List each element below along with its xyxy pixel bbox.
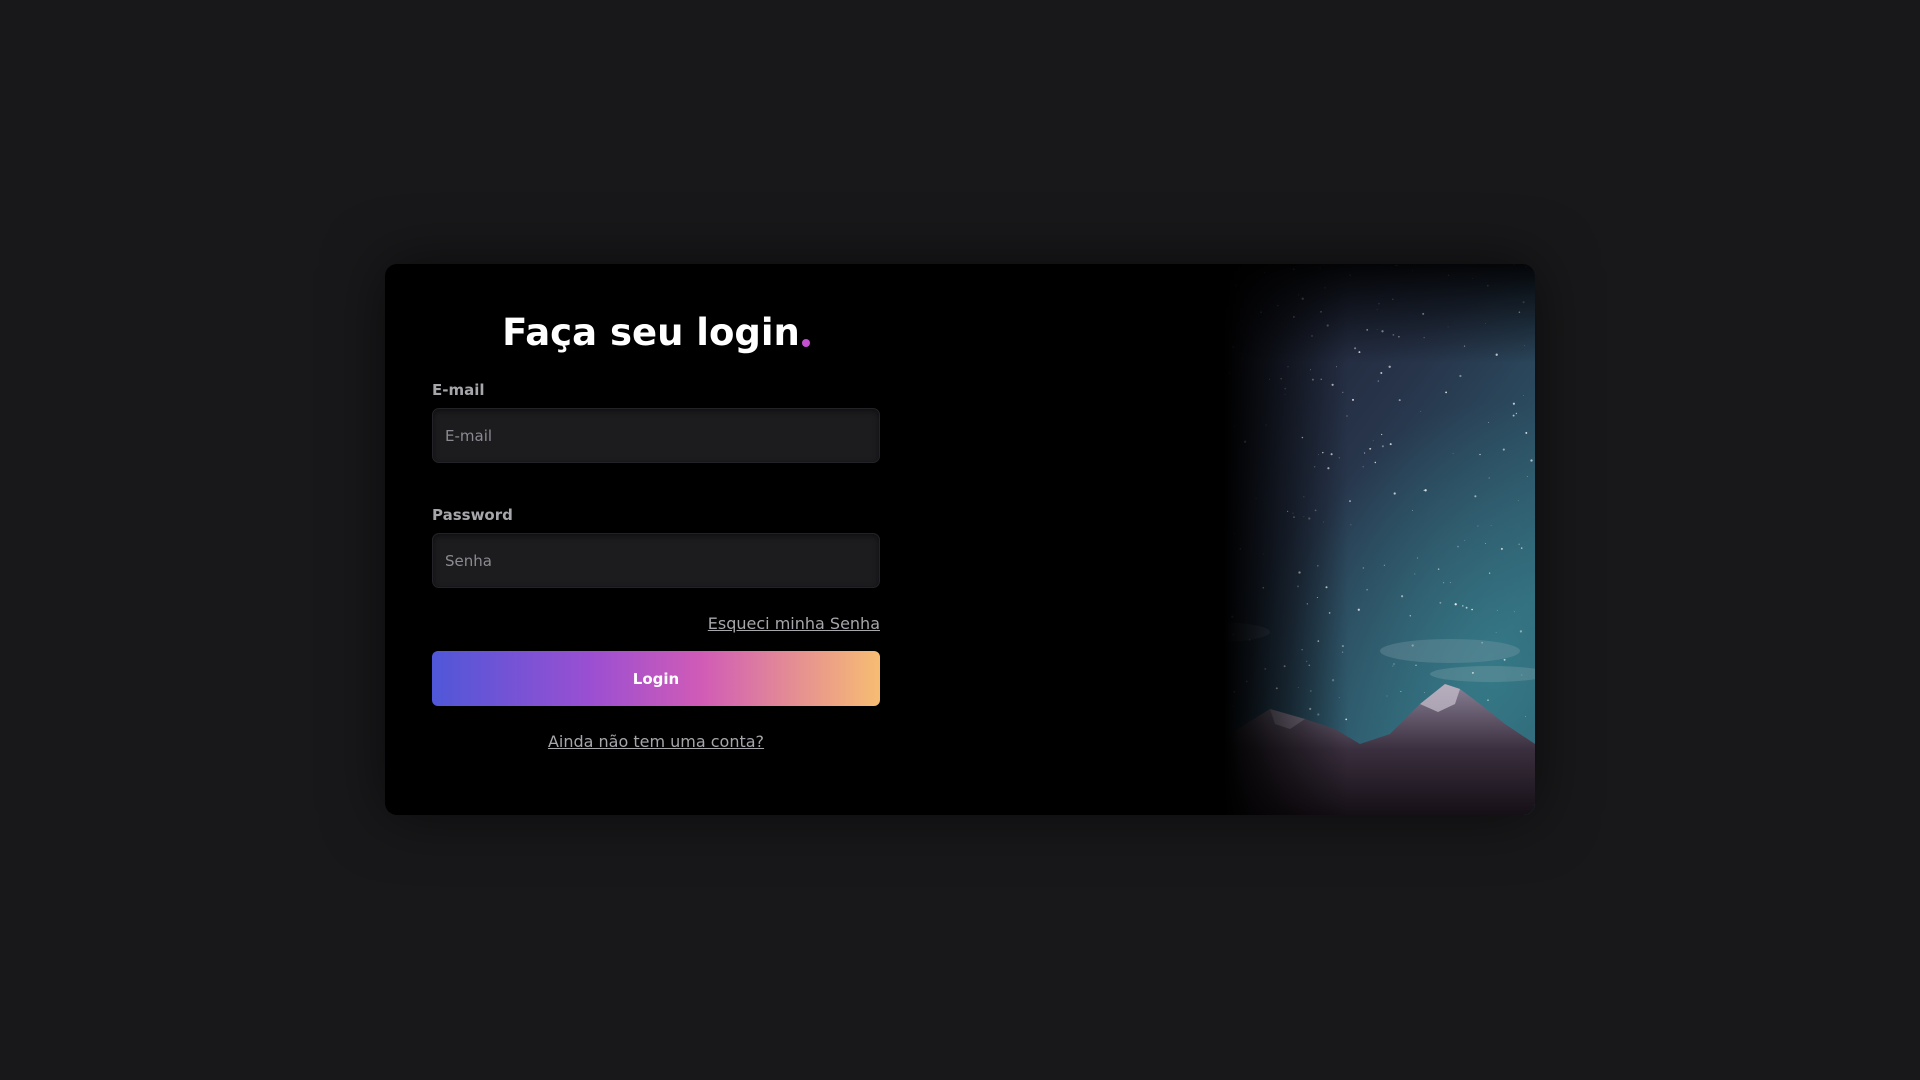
page-title: Faça seu login	[432, 308, 880, 358]
login-form: Faça seu login E-mail Password Esqueci m…	[432, 308, 880, 752]
starry-mountain-illustration	[1120, 264, 1535, 815]
email-input[interactable]	[432, 408, 880, 463]
page-title-text: Faça seu login	[502, 311, 800, 354]
forgot-password-row: Esqueci minha Senha	[432, 614, 880, 634]
email-label: E-mail	[432, 381, 485, 399]
login-button[interactable]: Login	[432, 651, 880, 706]
starry-mountain-image	[1120, 264, 1535, 815]
password-label: Password	[432, 506, 513, 524]
forgot-password-link[interactable]: Esqueci minha Senha	[708, 614, 880, 633]
title-accent-dot	[801, 339, 810, 347]
password-input[interactable]	[432, 533, 880, 588]
signup-link[interactable]: Ainda não tem uma conta?	[548, 732, 764, 751]
login-card: Faça seu login E-mail Password Esqueci m…	[385, 264, 1535, 815]
signup-row: Ainda não tem uma conta?	[432, 732, 880, 752]
